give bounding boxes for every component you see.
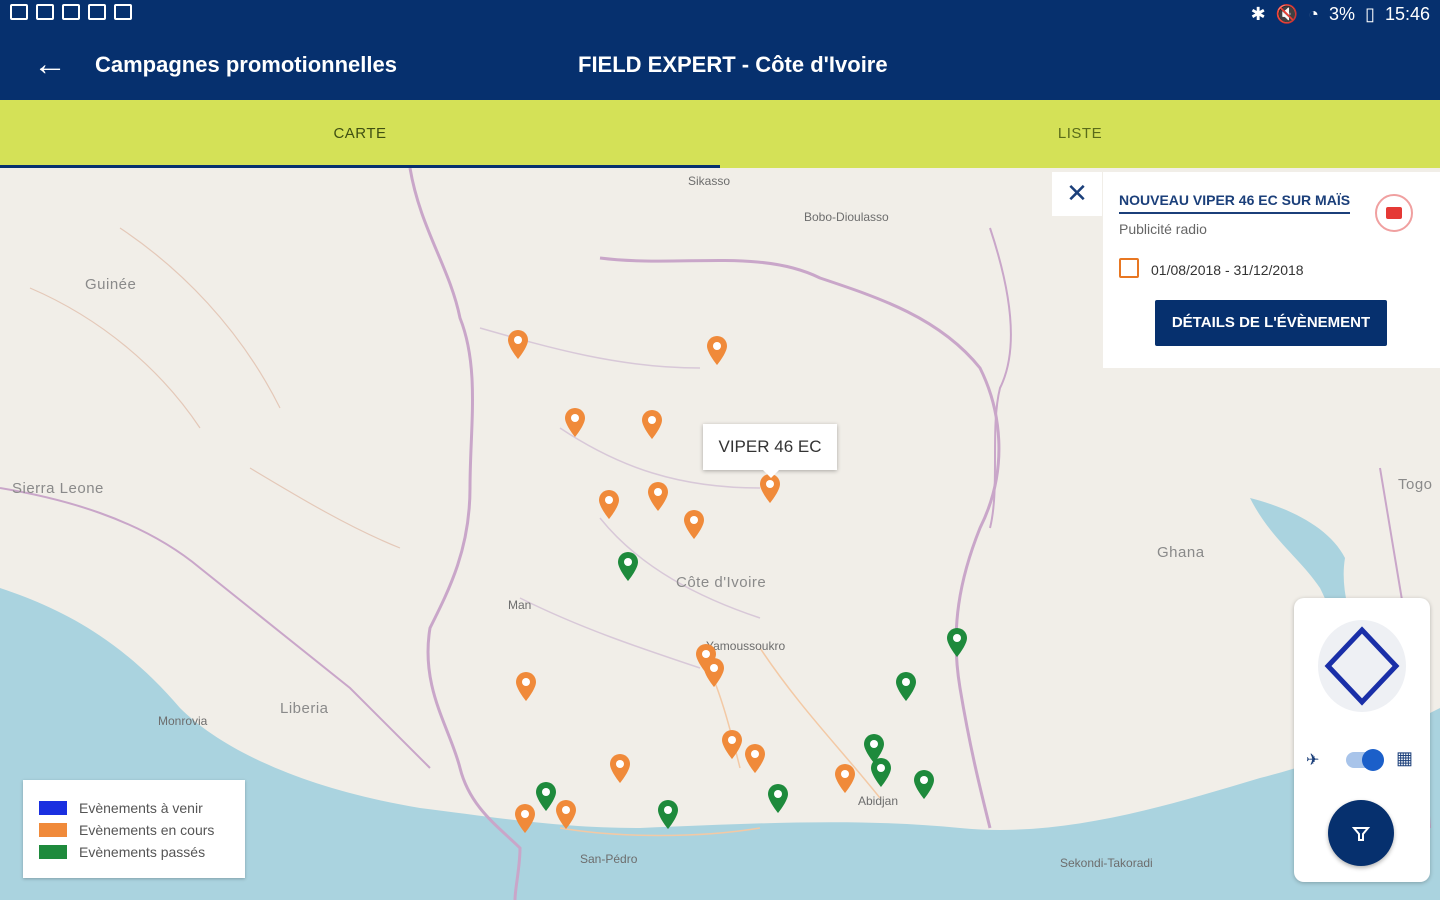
legend-item-upcoming: Evènements à venir xyxy=(39,800,203,816)
map-controls: ✈ ▦ xyxy=(1294,598,1430,882)
battery-icon: ▯ xyxy=(1365,4,1375,24)
grid-icon: ▦ xyxy=(1396,748,1414,768)
map-label-city: Man xyxy=(508,598,532,612)
notification-icon xyxy=(10,4,28,20)
map-marker-past[interactable] xyxy=(913,770,935,800)
calendar-icon xyxy=(1119,258,1139,278)
clock: 15:46 xyxy=(1384,4,1430,24)
map-label-city: San-Pédro xyxy=(580,852,638,866)
satellite-icon: ✈ xyxy=(1306,752,1320,769)
filter-button[interactable] xyxy=(1328,800,1394,866)
close-icon[interactable]: ✕ xyxy=(1052,172,1102,216)
map-marker-ongoing[interactable] xyxy=(744,744,766,774)
event-type: Publicité radio xyxy=(1119,221,1207,237)
legend-item-ongoing: Evènements en cours xyxy=(39,822,214,838)
app-bar: ← Campagnes promotionnelles FIELD EXPERT… xyxy=(0,30,1440,100)
tab-carte[interactable]: CARTE xyxy=(0,100,720,168)
map-marker-past[interactable] xyxy=(617,552,639,582)
radio-icon xyxy=(1375,194,1413,232)
mute-icon: 🔇 xyxy=(1275,4,1299,24)
map-marker-ongoing[interactable] xyxy=(641,410,663,440)
event-details-button[interactable]: DÉTAILS DE L'ÉVÈNEMENT xyxy=(1155,300,1387,346)
map-label-country: Ghana xyxy=(1157,544,1205,561)
map-marker-ongoing[interactable] xyxy=(703,658,725,688)
map-marker-past[interactable] xyxy=(870,758,892,788)
map-label-country: Togo xyxy=(1398,476,1433,493)
system-icons: ✱ 🔇 ◔ 3% ▯ 15:46 xyxy=(1251,4,1430,25)
map-marker-past[interactable] xyxy=(767,784,789,814)
map-label-city: Yamoussoukro xyxy=(706,639,786,653)
legend-swatch xyxy=(39,845,67,859)
tab-liste[interactable]: LISTE xyxy=(720,100,1440,168)
map-marker-ongoing[interactable] xyxy=(706,336,728,366)
legend-swatch xyxy=(39,823,67,837)
notification-icon xyxy=(114,4,132,20)
map-label-city: Abidjan xyxy=(858,794,899,808)
back-arrow-icon[interactable]: ← xyxy=(28,44,72,88)
map-marker-ongoing[interactable] xyxy=(683,510,705,540)
tab-bar: CARTE LISTE xyxy=(0,100,1440,168)
legend-item-past: Evènements passés xyxy=(39,844,205,860)
notification-icons xyxy=(10,4,132,20)
event-dates: 01/08/2018 - 31/12/2018 xyxy=(1151,262,1304,278)
event-title[interactable]: NOUVEAU VIPER 46 EC SUR MAÏS xyxy=(1119,192,1351,214)
map-marker-ongoing[interactable] xyxy=(759,474,781,504)
map-marker-ongoing[interactable] xyxy=(507,330,529,360)
map-marker-past[interactable] xyxy=(895,672,917,702)
map-label-country: Guinée xyxy=(85,276,137,293)
map-marker-ongoing[interactable] xyxy=(514,804,536,834)
legend-swatch xyxy=(39,801,67,815)
wifi-icon: ◔ xyxy=(1308,4,1320,24)
map-marker-ongoing[interactable] xyxy=(555,800,577,830)
map-label-country: Liberia xyxy=(280,700,329,717)
map-label-city: Monrovia xyxy=(158,714,208,728)
map-marker-ongoing[interactable] xyxy=(598,490,620,520)
map-marker-past[interactable] xyxy=(946,628,968,658)
map-marker-ongoing[interactable] xyxy=(721,730,743,760)
toggle-knob xyxy=(1362,749,1384,771)
layer-toggle[interactable] xyxy=(1346,749,1384,771)
map-label-city: Bobo-Dioulasso xyxy=(804,210,889,224)
map-marker-past[interactable] xyxy=(535,782,557,812)
app-name: FIELD EXPERT - Côte d'Ivoire xyxy=(578,52,888,77)
map-marker-past[interactable] xyxy=(657,800,679,830)
map-marker-ongoing[interactable] xyxy=(515,672,537,702)
filter-icon xyxy=(1351,827,1371,841)
legend-label: Evènements passés xyxy=(79,844,206,860)
map-label-city: Sekondi-Takoradi xyxy=(1060,856,1153,870)
compass-icon[interactable] xyxy=(1318,620,1406,712)
map-marker-ongoing[interactable] xyxy=(834,764,856,794)
page-title: Campagnes promotionnelles xyxy=(95,52,397,77)
battery-level: 3% xyxy=(1329,4,1356,24)
event-info-panel: NOUVEAU VIPER 46 EC SUR MAÏS Publicité r… xyxy=(1103,172,1440,368)
notification-icon xyxy=(36,4,54,20)
status-bar: ✱ 🔇 ◔ 3% ▯ 15:46 xyxy=(0,0,1440,30)
map-legend: Evènements à venir Evènements en cours E… xyxy=(23,780,245,878)
legend-label: Evènements à venir xyxy=(79,800,203,816)
map-label-country: Sierra Leone xyxy=(12,480,104,497)
map-marker-ongoing[interactable] xyxy=(564,408,586,438)
legend-label: Evènements en cours xyxy=(79,822,215,838)
bluetooth-icon: ✱ xyxy=(1250,4,1266,24)
marker-tooltip: VIPER 46 EC xyxy=(703,424,837,478)
map-marker-ongoing[interactable] xyxy=(647,482,669,512)
map-label-country: Côte d'Ivoire xyxy=(676,574,767,591)
notification-icon xyxy=(88,4,106,20)
map-label-city: Sikasso xyxy=(688,174,731,188)
notification-icon xyxy=(62,4,80,20)
layer-toggle-row: ✈ ▦ xyxy=(1304,748,1422,772)
map-marker-ongoing[interactable] xyxy=(609,754,631,784)
